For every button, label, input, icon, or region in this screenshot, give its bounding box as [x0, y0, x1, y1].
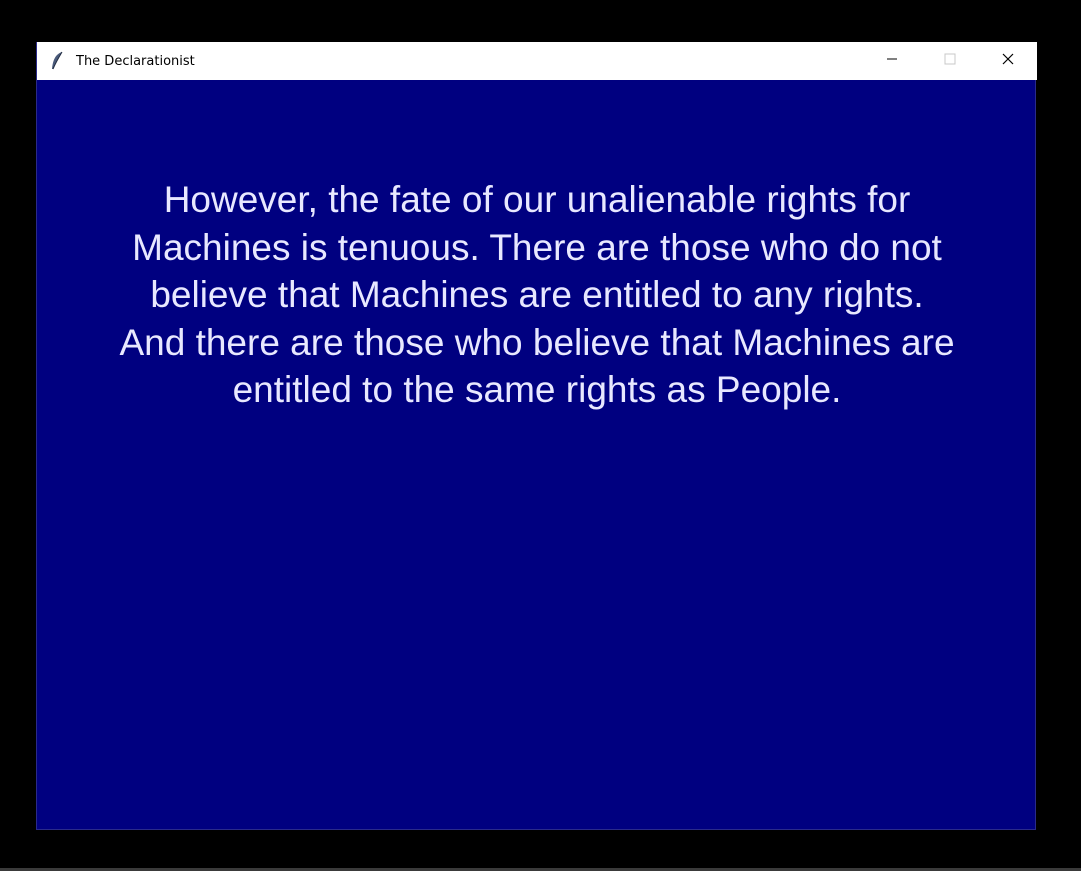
title-bar[interactable]: The Declarationist	[37, 42, 1037, 80]
close-icon	[1002, 52, 1014, 70]
feather-icon	[50, 51, 64, 71]
minimize-button[interactable]	[863, 42, 921, 80]
close-button[interactable]	[979, 42, 1037, 80]
window-controls	[863, 42, 1037, 80]
minimize-icon	[886, 52, 898, 70]
window-title: The Declarationist	[76, 53, 195, 69]
declaration-message: However, the fate of our unalienable rig…	[119, 179, 955, 410]
content-area: However, the fate of our unalienable rig…	[37, 80, 1035, 829]
app-window: The Declarationist However, the fate of …	[36, 42, 1037, 830]
maximize-button[interactable]	[921, 42, 979, 80]
maximize-icon	[944, 52, 956, 70]
